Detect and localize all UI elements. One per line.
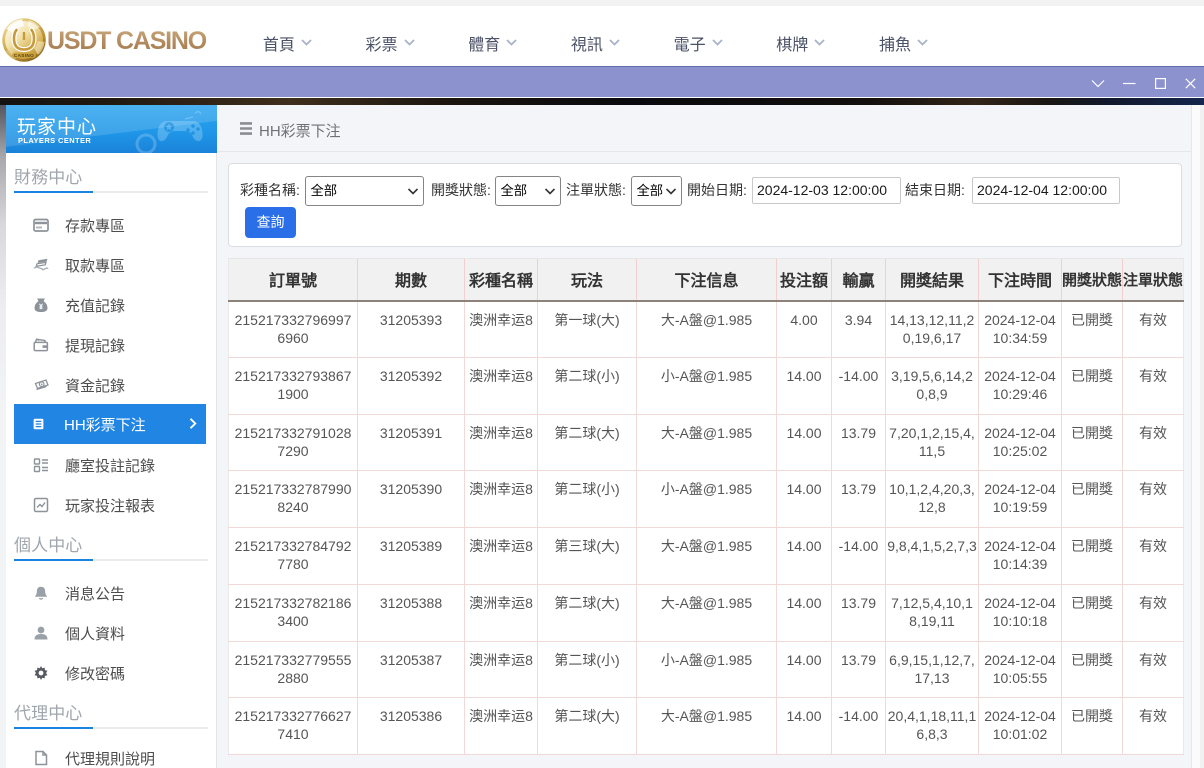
svg-text:CASINO: CASINO [14,53,34,58]
